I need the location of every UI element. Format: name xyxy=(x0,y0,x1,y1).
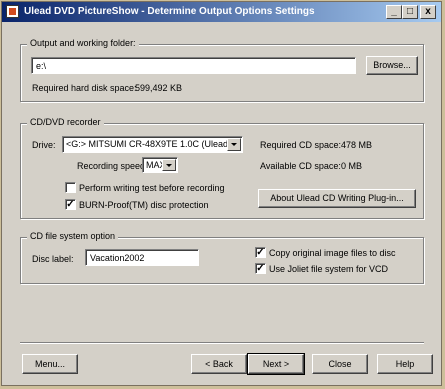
available-cd-label: Available CD space: xyxy=(260,161,341,171)
burnproof-checkbox[interactable]: ✓ xyxy=(65,199,76,210)
hdd-space-value: 599,492 KB xyxy=(135,83,183,93)
app-icon xyxy=(6,5,19,18)
chevron-down-icon[interactable] xyxy=(227,138,241,151)
chevron-down-icon[interactable] xyxy=(162,159,176,171)
about-plugin-button[interactable]: About Ulead CD Writing Plug-in... xyxy=(258,189,416,208)
footer-separator xyxy=(20,342,424,344)
drive-label: Drive: xyxy=(32,140,56,150)
close-button[interactable]: Close xyxy=(312,354,368,374)
joliet-label[interactable]: Use Joliet file system for VCD xyxy=(269,264,388,274)
next-button[interactable]: Next > xyxy=(247,353,305,375)
burnproof-label[interactable]: BURN-Proof(TM) disc protection xyxy=(79,200,209,210)
close-window-button[interactable]: x xyxy=(420,5,436,19)
recorder-group-label: CD/DVD recorder xyxy=(27,117,104,127)
output-folder-group-label: Output and working folder: xyxy=(27,38,139,48)
copy-original-checkbox[interactable]: ✓ xyxy=(255,247,266,258)
recording-speed-label: Recording speed: xyxy=(77,161,148,171)
hdd-space-label: Required hard disk space: xyxy=(32,83,137,93)
joliet-checkbox[interactable]: ✓ xyxy=(255,263,266,274)
title-bar: Ulead DVD PictureShow - Determine Output… xyxy=(2,2,441,22)
help-button[interactable]: Help xyxy=(377,354,433,374)
dialog-window: Ulead DVD PictureShow - Determine Output… xyxy=(1,1,442,386)
window-title: Ulead DVD PictureShow - Determine Output… xyxy=(24,6,315,17)
available-cd-value: 0 MB xyxy=(341,161,363,171)
cd-filesystem-group: CD file system option xyxy=(20,231,424,284)
drive-select-value: <G:> MITSUMI CR-48X9TE 1.0C (Ulead) xyxy=(66,139,232,149)
cd-filesystem-group-label: CD file system option xyxy=(27,231,119,241)
copy-original-label[interactable]: Copy original image files to disc xyxy=(269,248,396,258)
output-folder-input[interactable]: e:\ xyxy=(31,57,356,74)
write-test-checkbox[interactable] xyxy=(65,182,76,193)
required-cd-label: Required CD space: xyxy=(260,140,342,150)
disc-label-input[interactable]: Vacation2002 xyxy=(85,249,199,266)
maximize-button[interactable]: □ xyxy=(402,5,418,19)
back-button[interactable]: < Back xyxy=(191,354,247,374)
required-cd-value: 478 MB xyxy=(341,140,373,150)
disc-label-label: Disc label: xyxy=(32,254,74,264)
drive-select[interactable]: <G:> MITSUMI CR-48X9TE 1.0C (Ulead) xyxy=(62,136,243,153)
menu-button[interactable]: Menu... xyxy=(22,354,78,374)
minimize-button[interactable]: _ xyxy=(386,5,402,19)
write-test-label[interactable]: Perform writing test before recording xyxy=(79,183,225,193)
browse-button[interactable]: Browse... xyxy=(366,56,418,75)
recording-speed-select[interactable]: MAX xyxy=(142,157,178,173)
